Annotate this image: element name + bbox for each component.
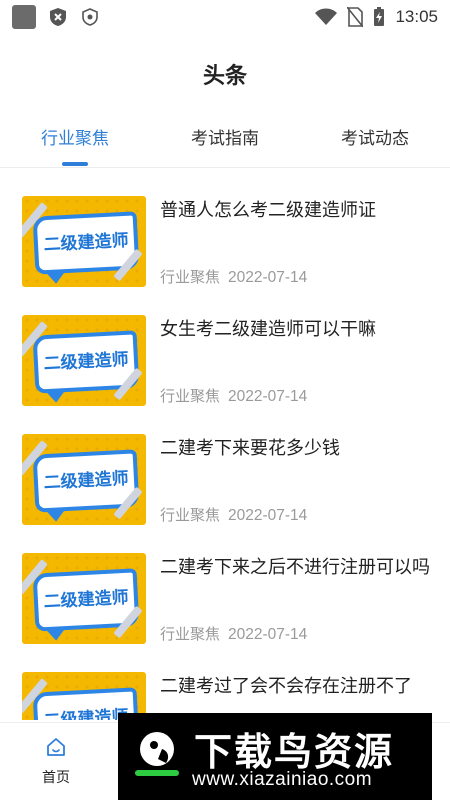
list-item[interactable]: 二级建造师 二建考下来之后不进行注册可以吗 行业聚焦 2022-07-14 [0,543,450,662]
thumbnail-label: 二级建造师 [43,349,130,375]
article-title: 二建考下来之后不进行注册可以吗 [160,557,430,578]
watermark-text: 下载鸟资源 [194,730,395,774]
article-meta: 行业聚焦 2022-07-14 [160,266,307,287]
article-title: 二建考下来要花多少钱 [160,438,340,459]
app-square-icon [12,5,36,29]
article-category: 行业聚焦 [160,387,221,405]
clock: 13:05 [395,7,438,26]
tab-exam-news[interactable]: 考试动态 [300,118,450,168]
article-thumbnail: 二级建造师 [22,434,146,525]
shield-dot-icon [82,8,98,26]
divider [0,167,450,168]
bird-logo-icon [135,732,179,776]
article-thumbnail: 二级建造师 [22,553,146,644]
article-category: 行业聚焦 [160,625,221,643]
article-title: 普通人怎么考二级建造师证 [160,200,376,221]
article-thumbnail: 二级建造师 [22,196,146,287]
list-item[interactable]: 二级建造师 二建考下来要花多少钱 行业聚焦 2022-07-14 [0,424,450,543]
article-date: 2022-07-14 [228,269,308,286]
nav-home-label: 首页 [42,770,70,786]
page-title: 头条 [202,64,247,89]
article-list: 二级建造师 普通人怎么考二级建造师证 行业聚焦 2022-07-14 二级建造师 … [0,186,450,720]
shield-x-icon [50,8,66,26]
article-date: 2022-07-14 [228,388,308,405]
article-category: 行业聚焦 [160,506,221,524]
tab-exam-guide[interactable]: 考试指南 [150,118,300,168]
thumbnail-label: 二级建造师 [43,587,130,613]
thumbnail-label: 二级建造师 [43,230,130,256]
home-icon [47,738,65,756]
no-sim-icon [347,7,364,27]
article-category: 行业聚焦 [160,268,221,286]
tab-industry-focus[interactable]: 行业聚焦 [0,118,150,168]
article-meta: 行业聚焦 2022-07-14 [160,623,307,644]
article-title: 女生考二级建造师可以干嘛 [160,319,376,340]
list-item[interactable]: 二级建造师 普通人怎么考二级建造师证 行业聚焦 2022-07-14 [0,186,450,305]
article-date: 2022-07-14 [228,626,308,643]
watermark-banner: 下载鸟资源 www.xiazainiao.com [118,713,432,800]
tab-bar: 行业聚焦 考试指南 考试动态 [0,118,450,168]
battery-charging-icon [374,7,385,26]
list-item[interactable]: 二级建造师 女生考二级建造师可以干嘛 行业聚焦 2022-07-14 [0,305,450,424]
thumbnail-label: 二级建造师 [43,468,130,494]
nav-home[interactable]: 首页 [24,737,88,787]
article-meta: 行业聚焦 2022-07-14 [160,385,307,406]
article-date: 2022-07-14 [228,507,308,524]
article-title: 二建考过了会不会存在注册不了 [160,676,412,697]
list-item[interactable]: 二级建造师 二建考过了会不会存在注册不了 [0,662,450,720]
wifi-icon [315,8,338,25]
status-bar: 13:05 [0,0,450,34]
watermark-url: www.xiazainiao.com [192,769,373,790]
article-thumbnail: 二级建造师 [22,315,146,406]
article-meta: 行业聚焦 2022-07-14 [160,504,307,525]
